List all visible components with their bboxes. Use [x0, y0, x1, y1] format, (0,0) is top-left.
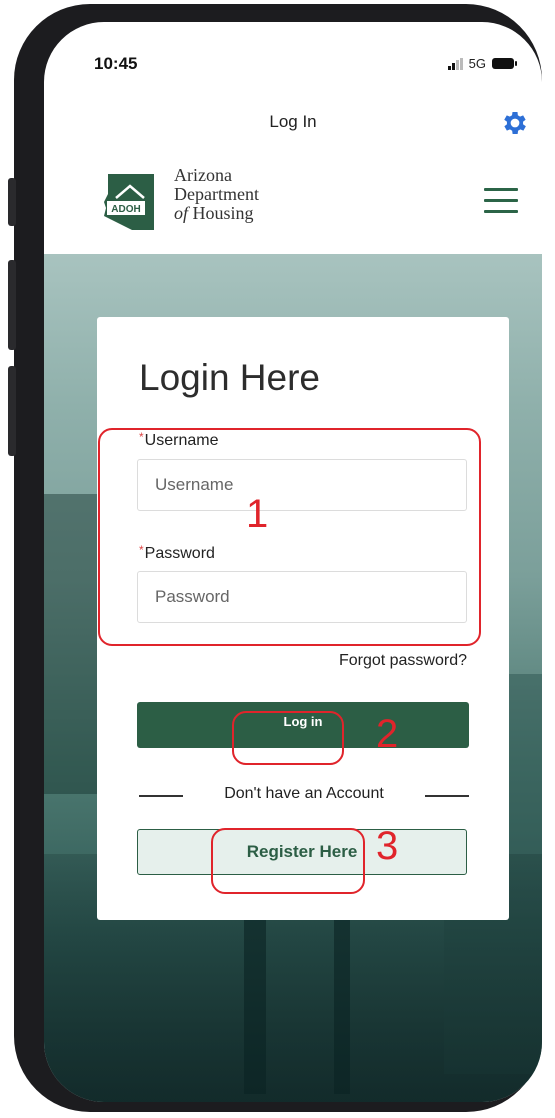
login-heading: Login Here — [139, 357, 321, 398]
battery-icon — [492, 58, 517, 69]
logo-line-3-rest: Housing — [188, 203, 254, 223]
status-indicators: 5G — [447, 56, 517, 71]
logo-line-2: Department — [174, 184, 259, 204]
hamburger-menu-icon[interactable] — [484, 188, 518, 214]
volume-up-button — [8, 260, 16, 350]
logo-line-3-italic: of — [174, 203, 189, 223]
annotation-box-login — [232, 711, 344, 765]
signal-icon — [447, 57, 463, 70]
logo-line-3: of Housing — [174, 204, 259, 223]
divider-text: Don't have an Account — [224, 785, 384, 802]
forgot-password-link[interactable]: Forgot password? — [339, 652, 467, 670]
status-time: 10:45 — [94, 54, 138, 73]
annotation-box-register — [211, 828, 365, 894]
network-label: 5G — [468, 56, 486, 71]
logo-line-1: Arizona — [174, 165, 232, 185]
logo-badge-text: ADOH — [111, 204, 140, 215]
status-bar: 10:45 5G — [44, 22, 542, 88]
page-title: Log In — [269, 112, 317, 131]
annotation-number-2: 2 — [376, 712, 399, 756]
gear-icon[interactable] — [500, 108, 530, 138]
account-divider: Don't have an Account — [139, 785, 469, 805]
volume-down-button — [8, 366, 16, 456]
annotation-number-1: 1 — [246, 492, 269, 536]
title-bar: Log In — [44, 102, 542, 153]
annotation-box-credentials — [98, 428, 481, 646]
adoh-logo: ADOH — [104, 174, 154, 230]
annotation-number-3: 3 — [376, 824, 399, 868]
logo-text: Arizona Department of Housing — [174, 166, 259, 223]
silent-switch — [8, 178, 16, 226]
site-header: ADOH Arizona Department of Housing — [44, 152, 542, 254]
